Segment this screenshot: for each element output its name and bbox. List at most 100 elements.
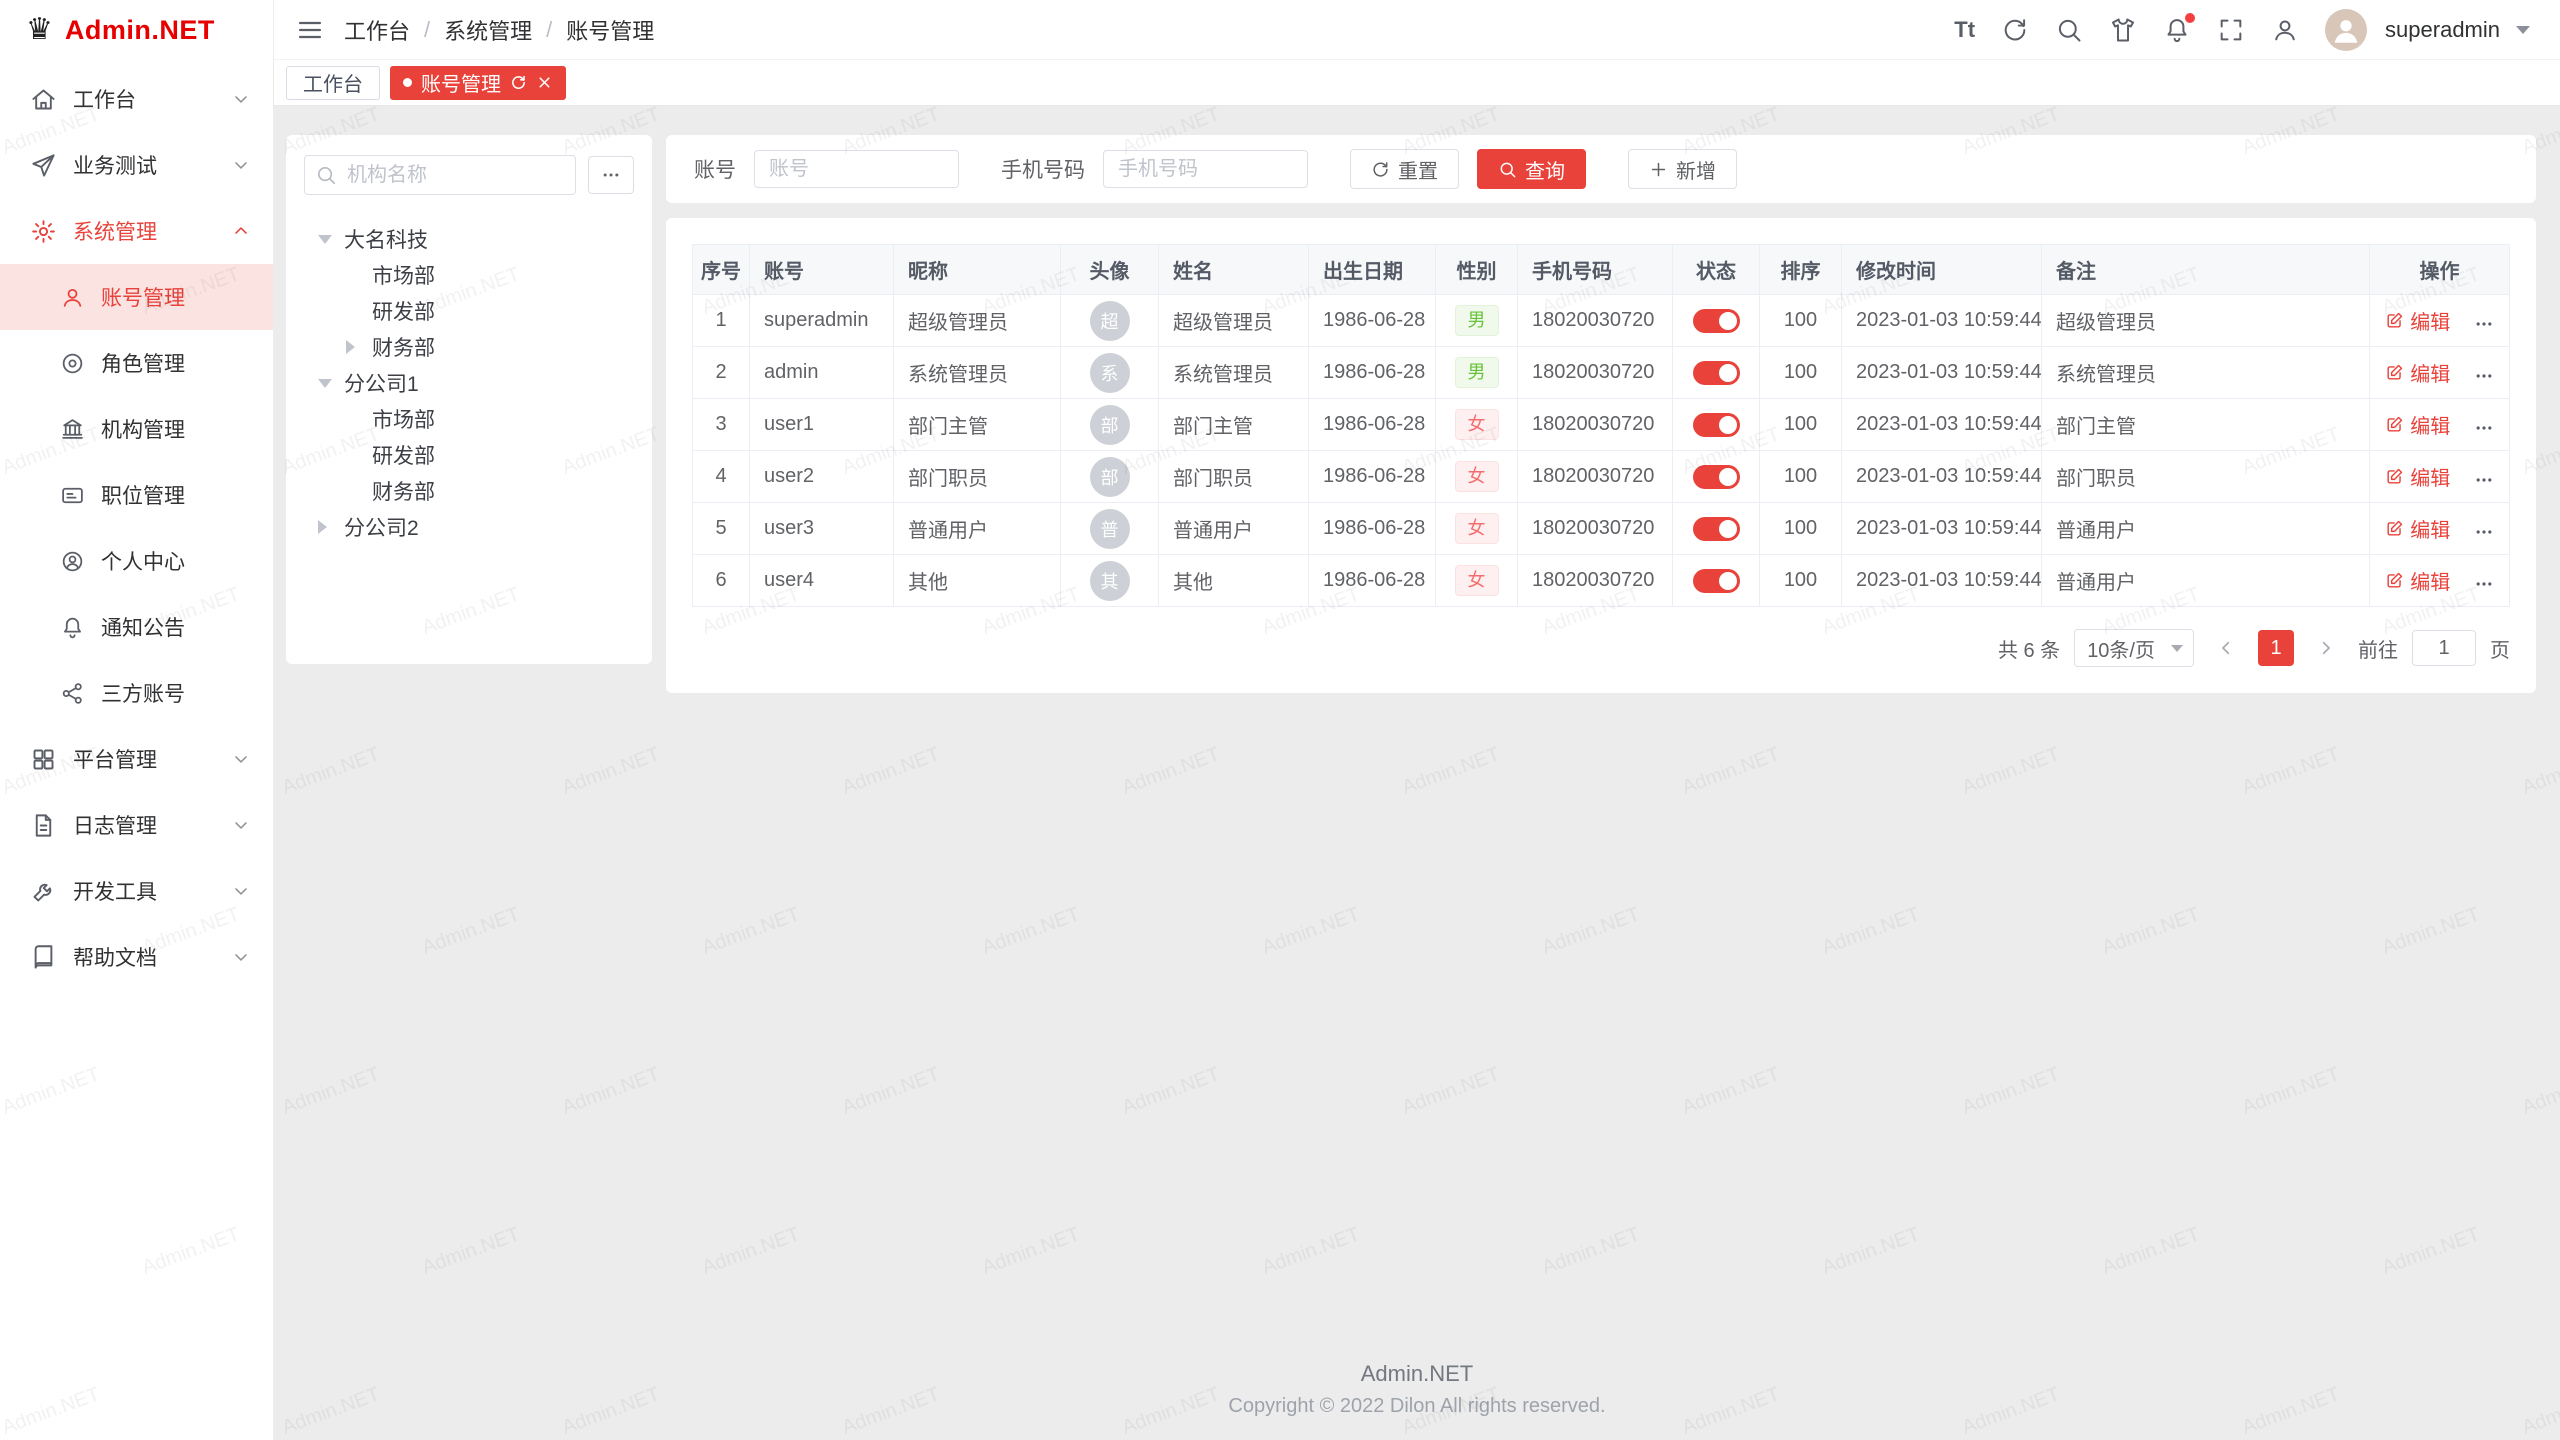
sidebar-item-platform-management[interactable]: 平台管理	[0, 726, 273, 792]
tree-node[interactable]: 财务部	[304, 473, 634, 509]
tab-workbench[interactable]: 工作台	[286, 66, 380, 100]
table-body: 1 superadmin 超级管理员 超 超级管理员 1986-06-28 男 …	[693, 295, 2510, 607]
tree-node[interactable]: 分公司1	[304, 365, 634, 401]
logo[interactable]: ♛ Admin.NET	[0, 0, 273, 60]
sidebar-item-position-management[interactable]: 职位管理	[0, 462, 273, 528]
org-tree: 大名科技 市场部 研发部 财务部 分公司1 市场部 研发部 财务部 分公司2	[304, 221, 634, 545]
caret-down-icon[interactable]	[318, 379, 332, 388]
filter-bar: 账号 手机号码 重置 查询 新增	[666, 135, 2536, 203]
fullscreen-button[interactable]	[2217, 16, 2245, 44]
ellipsis-icon	[2474, 470, 2494, 490]
row-more-button[interactable]	[2474, 314, 2494, 334]
sidebar-item-workbench[interactable]: 工作台	[0, 66, 273, 132]
edit-button[interactable]: 编辑	[2385, 410, 2450, 439]
page-size-select[interactable]: 10条/页	[2074, 629, 2194, 667]
goto-page-input[interactable]	[2412, 630, 2476, 666]
sidebar-item-third-party-account[interactable]: 三方账号	[0, 660, 273, 726]
breadcrumb-separator: /	[546, 17, 552, 43]
row-more-button[interactable]	[2474, 522, 2494, 542]
next-page-button[interactable]	[2308, 630, 2344, 666]
tree-node[interactable]: 分公司2	[304, 509, 634, 545]
phone-input[interactable]	[1103, 150, 1308, 188]
row-avatar: 其	[1090, 561, 1130, 601]
sidebar-item-org-management[interactable]: 机构管理	[0, 396, 273, 462]
user-icon	[2271, 16, 2299, 44]
cell-account: user2	[750, 451, 894, 503]
edit-button[interactable]: 编辑	[2385, 306, 2450, 335]
breadcrumb-item[interactable]: 工作台	[344, 14, 410, 46]
tab-account-management[interactable]: 账号管理	[390, 66, 566, 100]
caret-down-icon[interactable]	[318, 235, 332, 244]
sidebar-item-dev-tools[interactable]: 开发工具	[0, 858, 273, 924]
sidebar-item-personal-center[interactable]: 个人中心	[0, 528, 273, 594]
chevron-down-icon	[2171, 645, 2183, 652]
row-more-button[interactable]	[2474, 470, 2494, 490]
caret-right-icon[interactable]	[318, 520, 327, 534]
add-button[interactable]: 新增	[1628, 149, 1737, 189]
tree-node[interactable]: 研发部	[304, 293, 634, 329]
caret-right-icon[interactable]	[346, 340, 355, 354]
row-more-button[interactable]	[2474, 366, 2494, 386]
row-more-button[interactable]	[2474, 418, 2494, 438]
col-actions: 操作	[2370, 245, 2510, 295]
prev-page-button[interactable]	[2208, 630, 2244, 666]
search-icon	[315, 164, 337, 186]
profile-settings-button[interactable]	[2271, 16, 2299, 44]
cell-nickname: 其他	[894, 555, 1061, 607]
cell-gender: 女	[1436, 555, 1518, 607]
tree-node[interactable]: 财务部	[304, 329, 634, 365]
cell-index: 1	[693, 295, 750, 347]
cell-actions: 编辑	[2370, 555, 2510, 607]
tree-node[interactable]: 研发部	[304, 437, 634, 473]
refresh-button[interactable]	[2001, 16, 2029, 44]
sidebar-item-notice[interactable]: 通知公告	[0, 594, 273, 660]
cell-avatar: 系	[1061, 347, 1159, 399]
row-more-button[interactable]	[2474, 574, 2494, 594]
edit-button[interactable]: 编辑	[2385, 514, 2450, 543]
avatar[interactable]	[2325, 9, 2367, 51]
sidebar-item-role-management[interactable]: 角色管理	[0, 330, 273, 396]
sidebar-item-label: 日志管理	[73, 810, 157, 840]
tab-refresh-icon[interactable]	[510, 74, 527, 91]
font-size-button[interactable]: Tt	[1954, 17, 1975, 43]
sidebar-item-label: 开发工具	[73, 876, 157, 906]
notification-button[interactable]	[2163, 16, 2191, 44]
theme-button[interactable]	[2109, 16, 2137, 44]
collapse-menu-button[interactable]	[296, 16, 324, 44]
sidebar-item-system-management[interactable]: 系统管理	[0, 198, 273, 264]
status-toggle[interactable]	[1693, 569, 1740, 593]
status-toggle[interactable]	[1693, 413, 1740, 437]
status-toggle[interactable]	[1693, 361, 1740, 385]
tree-node[interactable]: 市场部	[304, 401, 634, 437]
edit-button[interactable]: 编辑	[2385, 566, 2450, 595]
edit-button[interactable]: 编辑	[2385, 358, 2450, 387]
status-toggle[interactable]	[1693, 517, 1740, 541]
tab-close-icon[interactable]	[536, 74, 553, 91]
page-number-current[interactable]: 1	[2258, 630, 2294, 666]
sidebar-item-help-docs[interactable]: 帮助文档	[0, 924, 273, 990]
pagination-total: 共 6 条	[1998, 634, 2060, 663]
ellipsis-icon	[2474, 314, 2494, 334]
status-toggle[interactable]	[1693, 465, 1740, 489]
cell-nickname: 超级管理员	[894, 295, 1061, 347]
sidebar-menu: 工作台 业务测试 系统管理 账号管理 角色管理	[0, 60, 273, 990]
org-search-input[interactable]	[304, 155, 576, 195]
account-input[interactable]	[754, 150, 959, 188]
col-birthdate: 出生日期	[1309, 245, 1436, 295]
sidebar-item-log-management[interactable]: 日志管理	[0, 792, 273, 858]
search-button[interactable]: 查询	[1477, 149, 1586, 189]
search-button[interactable]	[2055, 16, 2083, 44]
role-icon	[60, 351, 85, 376]
sidebar-item-business-test[interactable]: 业务测试	[0, 132, 273, 198]
tree-node[interactable]: 大名科技	[304, 221, 634, 257]
gender-badge: 男	[1455, 305, 1499, 337]
chevron-down-icon[interactable]	[2516, 26, 2530, 34]
status-toggle[interactable]	[1693, 309, 1740, 333]
edit-button[interactable]: 编辑	[2385, 462, 2450, 491]
sidebar-item-account-management[interactable]: 账号管理	[0, 264, 273, 330]
org-more-button[interactable]	[588, 156, 634, 194]
reset-button[interactable]: 重置	[1350, 149, 1459, 189]
username[interactable]: superadmin	[2385, 17, 2500, 43]
breadcrumb-item[interactable]: 系统管理	[444, 14, 532, 46]
tree-node[interactable]: 市场部	[304, 257, 634, 293]
